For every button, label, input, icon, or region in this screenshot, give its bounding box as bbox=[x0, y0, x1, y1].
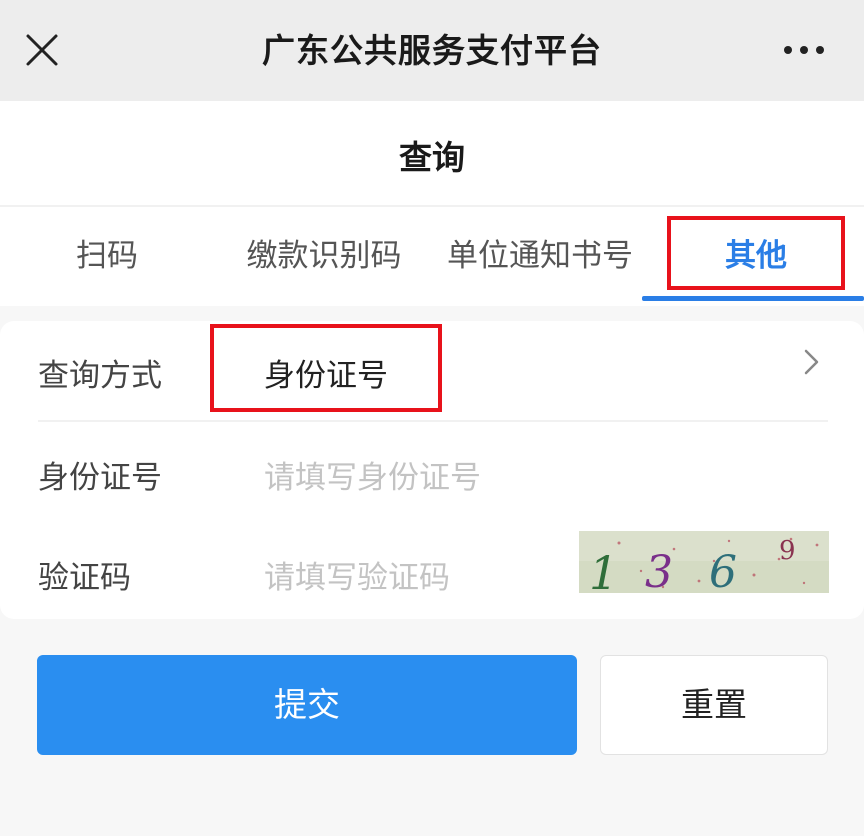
captcha-image[interactable]: 1 3 6 9 bbox=[579, 531, 829, 593]
captcha-char: 1 bbox=[589, 546, 618, 593]
captcha-char: 3 bbox=[645, 547, 673, 593]
method-select[interactable]: 身份证号 bbox=[264, 350, 388, 395]
captcha-input[interactable]: 请填写验证码 bbox=[264, 552, 450, 597]
method-label: 查询方式 bbox=[38, 358, 162, 394]
query-tabs: 扫码 缴款识别码 单位通知书号 其他 bbox=[0, 207, 864, 307]
more-dots-icon[interactable] bbox=[780, 36, 828, 64]
tab-other[interactable]: 其他 bbox=[660, 207, 852, 307]
captcha-char: 6 bbox=[709, 547, 737, 593]
submit-button[interactable]: 提交 bbox=[37, 655, 577, 755]
chevron-right-icon[interactable] bbox=[800, 347, 822, 377]
active-tab-indicator bbox=[642, 296, 864, 301]
reset-button[interactable]: 重置 bbox=[600, 655, 828, 755]
tab-scan[interactable]: 扫码 bbox=[0, 207, 214, 307]
id-number-input[interactable]: 请填写身份证号 bbox=[264, 452, 481, 497]
id-number-label: 身份证号 bbox=[38, 460, 162, 496]
page-title: 查询 bbox=[399, 138, 465, 177]
app-top-bar: 广东公共服务支付平台 bbox=[0, 0, 864, 101]
page-header: 查询 bbox=[0, 101, 864, 205]
captcha-char: 9 bbox=[779, 536, 796, 566]
tab-notice-number[interactable]: 单位通知书号 bbox=[434, 207, 646, 307]
captcha-label: 验证码 bbox=[38, 560, 131, 596]
divider bbox=[38, 420, 828, 422]
tab-payment-code[interactable]: 缴款识别码 bbox=[214, 207, 434, 307]
app-title: 广东公共服务支付平台 bbox=[262, 31, 602, 70]
